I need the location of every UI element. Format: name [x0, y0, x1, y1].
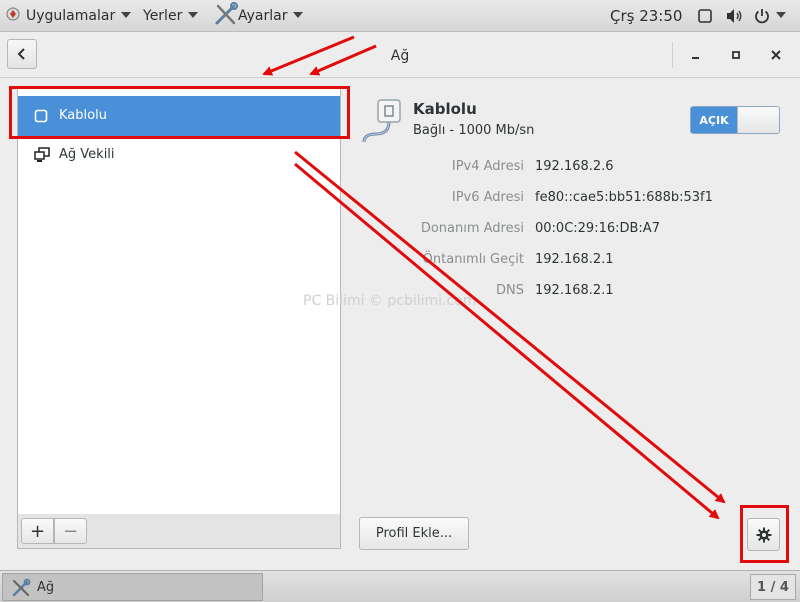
applications-label: Uygulamalar — [26, 8, 116, 24]
applications-menu[interactable]: Uygulamalar — [6, 0, 132, 32]
page-title: Ağ — [390, 48, 410, 64]
applications-icon — [6, 7, 20, 21]
close-button[interactable] — [762, 40, 790, 70]
annotation-arrow — [294, 162, 720, 520]
volume-icon[interactable] — [726, 8, 744, 24]
chevron-down-icon — [188, 12, 199, 18]
power-menu[interactable] — [754, 7, 786, 25]
settings-tools-icon — [215, 2, 238, 25]
settings-label: Ayarlar — [238, 8, 288, 24]
chevron-left-icon — [17, 48, 25, 60]
taskbar: Ağ 1 / 4 — [0, 570, 800, 602]
header-separator — [672, 42, 673, 68]
remove-connection-button[interactable]: − — [54, 518, 87, 544]
list-toolbar: + − — [17, 514, 341, 549]
places-label: Yerler — [143, 8, 183, 24]
toggle-knob — [737, 107, 779, 133]
taskbar-window-label: Ağ — [37, 580, 55, 595]
chevron-down-icon — [776, 12, 786, 18]
minimize-icon — [692, 57, 699, 59]
connection-toggle[interactable]: AÇIK — [690, 106, 780, 134]
ipv4-value: 192.168.2.6 — [535, 159, 614, 174]
annotation-box-gear — [740, 505, 789, 563]
annotation-box-wired — [9, 86, 350, 139]
dns-value: 192.168.2.1 — [535, 283, 614, 298]
default-gateway-value: 192.168.2.1 — [535, 252, 614, 267]
watermark: PC Bilimi © pcbilimi.com — [303, 293, 477, 309]
settings-menu[interactable]: Ayarlar — [214, 0, 304, 32]
workspace-indicator[interactable]: 1 / 4 — [750, 574, 796, 600]
add-connection-button[interactable]: + — [21, 518, 54, 544]
close-icon — [771, 50, 781, 60]
taskbar-window-network[interactable]: Ağ — [2, 573, 263, 601]
settings-tools-icon — [12, 578, 31, 597]
ipv4-label: IPv4 Adresi — [451, 159, 524, 174]
chevron-down-icon — [293, 12, 304, 18]
back-button[interactable] — [7, 39, 37, 69]
ipv6-value: fe80::cae5:bb51:688b:53f1 — [535, 190, 713, 205]
minimize-button[interactable] — [682, 40, 710, 70]
default-gateway-label: Öntanımlı Geçit — [422, 252, 524, 267]
hardware-address-label: Donanım Adresi — [420, 221, 524, 236]
maximize-icon — [732, 51, 740, 59]
maximize-button[interactable] — [722, 40, 750, 70]
ethernet-cable-icon — [362, 99, 401, 143]
clock[interactable]: Çrş 23:50 — [610, 0, 682, 32]
header-bar: Ağ — [0, 32, 800, 78]
toggle-on-label: AÇIK — [691, 107, 737, 133]
ipv6-label: IPv6 Adresi — [451, 190, 524, 205]
add-profile-button[interactable]: Profil Ekle... — [359, 517, 469, 550]
window-overview-icon[interactable] — [698, 9, 712, 23]
connection-name: Kablolu — [413, 100, 477, 118]
connection-list: Kablolu Ağ Vekili — [17, 87, 341, 515]
chevron-down-icon — [121, 12, 132, 18]
places-menu[interactable]: Yerler — [143, 0, 199, 32]
top-bar: Uygulamalar Yerler Ayarlar Çrş 23:50 — [0, 0, 800, 32]
hardware-address-value: 00:0C:29:16:DB:A7 — [535, 221, 660, 236]
power-icon — [755, 9, 769, 24]
connection-status: Bağlı - 1000 Mb/sn — [413, 123, 535, 138]
